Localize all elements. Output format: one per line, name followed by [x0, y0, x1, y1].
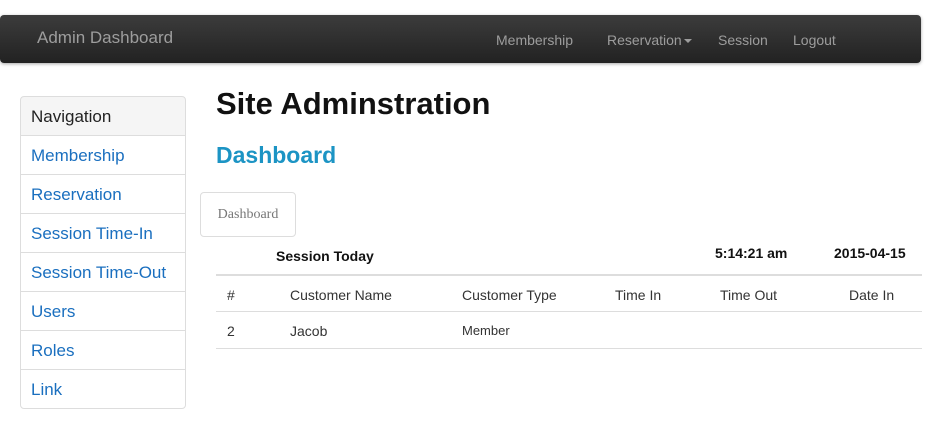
page: Admin Dashboard Membership Reservation S…: [0, 0, 926, 443]
sidebar-item-membership[interactable]: Membership: [20, 135, 186, 175]
sidebar-item-session-time-in[interactable]: Session Time-In: [20, 213, 186, 253]
sidebar-navigation: Navigation Membership Reservation Sessio…: [20, 96, 186, 409]
nav-logout-link[interactable]: Logout: [793, 32, 836, 48]
column-header-customer-type: Customer Type: [462, 287, 557, 303]
sidebar-item-reservation[interactable]: Reservation: [20, 174, 186, 214]
current-time: 5:14:21 am: [715, 245, 788, 261]
sidebar-item-link[interactable]: Link: [20, 369, 186, 409]
page-title: Site Adminstration: [216, 86, 491, 121]
column-header-number: #: [227, 287, 235, 303]
nav-membership-link[interactable]: Membership: [496, 32, 573, 48]
cell-customer-name: Jacob: [290, 323, 328, 339]
section-title: Dashboard: [216, 142, 337, 168]
cell-customer-type: Member: [462, 323, 510, 338]
column-header-time-out: Time Out: [720, 287, 778, 303]
current-date: 2015-04-15: [834, 245, 906, 261]
column-header-customer-name: Customer Name: [290, 287, 392, 303]
sidebar-item-roles[interactable]: Roles: [20, 330, 186, 370]
tab-dashboard[interactable]: Dashboard: [200, 192, 296, 237]
session-table: # Customer Name Customer Type Time In Ti…: [216, 274, 922, 349]
table-row: 2 Jacob Member: [216, 312, 922, 349]
sidebar-header: Navigation: [20, 96, 186, 136]
session-today-label: Session Today: [276, 248, 374, 264]
top-navbar: Admin Dashboard Membership Reservation S…: [0, 15, 921, 63]
table-header-row: # Customer Name Customer Type Time In Ti…: [216, 274, 922, 312]
nav-reservation-dropdown[interactable]: Reservation: [607, 32, 692, 48]
nav-session-link[interactable]: Session: [718, 32, 768, 48]
brand-link[interactable]: Admin Dashboard: [37, 28, 173, 48]
column-header-date-in: Date In: [849, 287, 895, 303]
caret-down-icon: [683, 39, 692, 44]
cell-number: 2: [227, 323, 235, 339]
column-header-time-in: Time In: [615, 287, 662, 303]
sidebar-item-users[interactable]: Users: [20, 291, 186, 331]
sidebar-item-session-time-out[interactable]: Session Time-Out: [20, 252, 186, 292]
nav-reservation-label: Reservation: [607, 32, 682, 48]
